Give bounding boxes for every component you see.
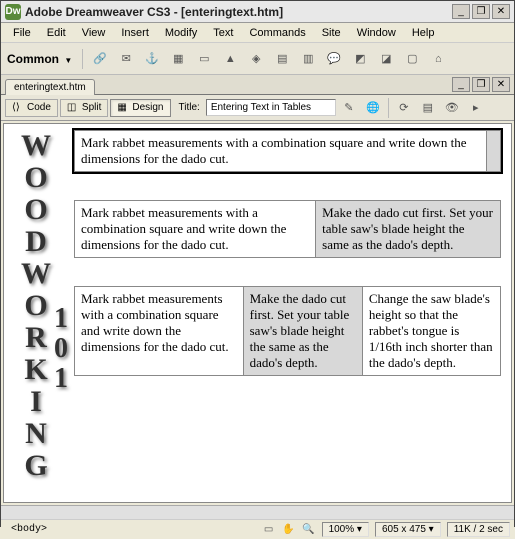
design-view-button[interactable]: ▦ Design [110, 99, 170, 117]
separator [388, 98, 389, 118]
chevron-down-icon: ▼ [64, 56, 72, 65]
check-spelling-button[interactable]: ✎ [338, 97, 360, 119]
table-button[interactable]: ▦ [167, 48, 189, 70]
status-bar: <body> ▭ ✋ 🔍 100% ▾ 605 x 475 ▾ 11K / 2 … [1, 519, 514, 539]
window-title: Adobe Dreamweaver CS3 - [enteringtext.ht… [25, 5, 452, 19]
window-controls: _ ❐ ✕ [452, 4, 510, 19]
minimize-button[interactable]: _ [452, 4, 470, 19]
document-window-controls: _ ❐ ✕ [452, 77, 510, 92]
zoom-tool-icon[interactable]: 🔍 [302, 523, 316, 537]
table-cell[interactable]: Make the dado cut first. Set your table … [243, 287, 362, 376]
tag-chooser-button[interactable]: ⌂ [427, 48, 449, 70]
file-management-button[interactable]: ▤ [417, 97, 439, 119]
content-table-2[interactable]: Mark rabbet measurements with a combinat… [74, 200, 501, 258]
select-tool-icon[interactable]: ▭ [262, 523, 276, 537]
hyperlink-button[interactable]: 🔗 [89, 48, 111, 70]
window-size[interactable]: 605 x 475 ▾ [375, 522, 441, 537]
table-row: Mark rabbet measurements with a combinat… [75, 131, 501, 172]
window-titlebar: Dw Adobe Dreamweaver CS3 - [enteringtext… [1, 1, 514, 23]
menu-help[interactable]: Help [404, 25, 443, 41]
view-options-button[interactable]: ▸ [465, 97, 487, 119]
menu-modify[interactable]: Modify [157, 25, 205, 41]
content-table-3[interactable]: Mark rabbet measurements with a combinat… [74, 286, 501, 376]
code-icon: ⟨⟩ [12, 102, 24, 114]
menu-text[interactable]: Text [205, 25, 241, 41]
document-toolbar: ⟨⟩ Code ◫ Split ▦ Design Title: ✎ 🌐 ⟳ ▤ … [1, 95, 514, 121]
table-cell[interactable]: Mark rabbet measurements with a combinat… [75, 131, 487, 172]
title-label: Title: [179, 102, 200, 113]
tag-selector[interactable]: <body> [5, 523, 53, 536]
media-button[interactable]: ◈ [245, 48, 267, 70]
refresh-button[interactable]: ⟳ [393, 97, 415, 119]
page-body: W O O D W O R K I N G 1 0 1 Mark rabbet … [4, 124, 511, 494]
content-table-1[interactable]: Mark rabbet measurements with a combinat… [74, 130, 501, 172]
table-cell-empty[interactable] [487, 131, 501, 172]
separator [82, 49, 83, 69]
close-button[interactable]: ✕ [492, 4, 510, 19]
maximize-button[interactable]: ❐ [472, 4, 490, 19]
insert-category-selector[interactable]: Common ▼ [7, 52, 72, 66]
email-link-button[interactable]: ✉ [115, 48, 137, 70]
insert-toolbar: Common ▼ 🔗 ✉ ⚓ ▦ ▭ ▲ ◈ ▤ ▥ 💬 ◩ ◪ ▢ ⌂ [1, 43, 514, 75]
insert-div-button[interactable]: ▭ [193, 48, 215, 70]
script-button[interactable]: ◪ [375, 48, 397, 70]
head-button[interactable]: ◩ [349, 48, 371, 70]
zoom-level[interactable]: 100% ▾ [322, 522, 369, 537]
validate-button[interactable]: 🌐 [362, 97, 384, 119]
doc-restore-button[interactable]: ❐ [472, 77, 490, 92]
date-button[interactable]: ▤ [271, 48, 293, 70]
image-button[interactable]: ▲ [219, 48, 241, 70]
named-anchor-button[interactable]: ⚓ [141, 48, 163, 70]
document-size: 11K / 2 sec [447, 522, 510, 537]
horizontal-scrollbar[interactable] [1, 505, 514, 519]
page-title-input[interactable] [206, 99, 336, 116]
hand-tool-icon[interactable]: ✋ [282, 523, 296, 537]
menu-file[interactable]: File [5, 25, 39, 41]
doc-close-button[interactable]: ✕ [492, 77, 510, 92]
heading-101: 1 0 1 [54, 304, 68, 394]
table-cell[interactable]: Mark rabbet measurements with a combinat… [75, 287, 244, 376]
menu-site[interactable]: Site [314, 25, 349, 41]
menu-bar: File Edit View Insert Modify Text Comman… [1, 23, 514, 43]
menu-window[interactable]: Window [349, 25, 404, 41]
split-icon: ◫ [67, 102, 79, 114]
menu-edit[interactable]: Edit [39, 25, 74, 41]
split-view-button[interactable]: ◫ Split [60, 99, 108, 117]
table-cell[interactable]: Change the saw blade's height so that th… [362, 287, 500, 376]
design-view-canvas[interactable]: W O O D W O R K I N G 1 0 1 Mark rabbet … [3, 123, 512, 503]
templates-button[interactable]: ▢ [401, 48, 423, 70]
table-row: Mark rabbet measurements with a combinat… [75, 287, 501, 376]
table-cell[interactable]: Mark rabbet measurements with a combinat… [75, 201, 316, 258]
comment-button[interactable]: 💬 [323, 48, 345, 70]
design-icon: ▦ [117, 102, 129, 114]
doc-minimize-button[interactable]: _ [452, 77, 470, 92]
table-row: Mark rabbet measurements with a combinat… [75, 201, 501, 258]
document-tab[interactable]: enteringtext.htm [5, 79, 95, 95]
document-tabs: enteringtext.htm _ ❐ ✕ [1, 75, 514, 95]
menu-commands[interactable]: Commands [241, 25, 313, 41]
menu-insert[interactable]: Insert [113, 25, 157, 41]
menu-view[interactable]: View [74, 25, 114, 41]
app-icon: Dw [5, 4, 21, 20]
table-cell[interactable]: Make the dado cut first. Set your table … [316, 201, 501, 258]
code-view-button[interactable]: ⟨⟩ Code [5, 99, 58, 117]
server-side-include-button[interactable]: ▥ [297, 48, 319, 70]
preview-button[interactable]: 👁 [441, 97, 463, 119]
